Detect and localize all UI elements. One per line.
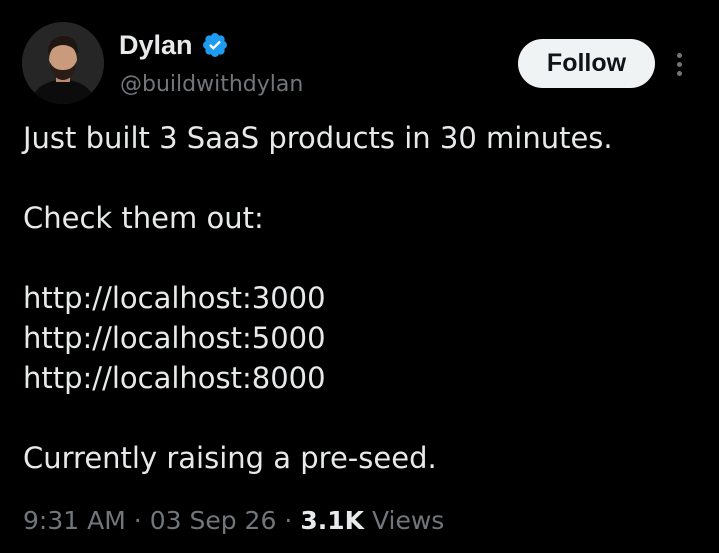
verified-badge-icon[interactable] xyxy=(201,31,229,59)
post-text: Just built 3 SaaS products in 30 minutes… xyxy=(23,118,703,478)
avatar-image xyxy=(22,22,104,104)
post-time[interactable]: 9:31 AM xyxy=(23,506,126,535)
follow-button[interactable]: Follow xyxy=(518,39,655,88)
post-line: Just built 3 SaaS products in 30 minutes… xyxy=(23,121,613,155)
post-line: Currently raising a pre-seed. xyxy=(23,441,437,475)
post-meta: 9:31 AM · 03 Sep 26 · 3.1K Views xyxy=(23,500,444,540)
author-name-row: Dylan xyxy=(119,26,229,64)
post-line: Check them out: xyxy=(23,201,264,235)
post-link[interactable]: http://localhost:3000 xyxy=(23,278,703,318)
post-link[interactable]: http://localhost:8000 xyxy=(23,358,703,398)
avatar[interactable] xyxy=(22,22,104,104)
views-count[interactable]: 3.1K xyxy=(300,506,364,535)
post-link[interactable]: http://localhost:5000 xyxy=(23,318,703,358)
post-line-blank xyxy=(23,158,703,198)
meta-separator: · xyxy=(133,505,142,535)
more-vertical-icon[interactable] xyxy=(666,44,692,84)
author-handle[interactable]: @buildwithdylan xyxy=(120,70,303,100)
post-card: Dylan @buildwithdylan Follow Just built … xyxy=(0,0,719,553)
post-date[interactable]: 03 Sep 26 xyxy=(150,506,277,535)
post-line-blank xyxy=(23,398,703,438)
author-display-name[interactable]: Dylan xyxy=(119,26,193,64)
meta-separator: · xyxy=(284,505,293,535)
post-line-blank xyxy=(23,238,703,278)
views-label: Views xyxy=(371,505,445,535)
